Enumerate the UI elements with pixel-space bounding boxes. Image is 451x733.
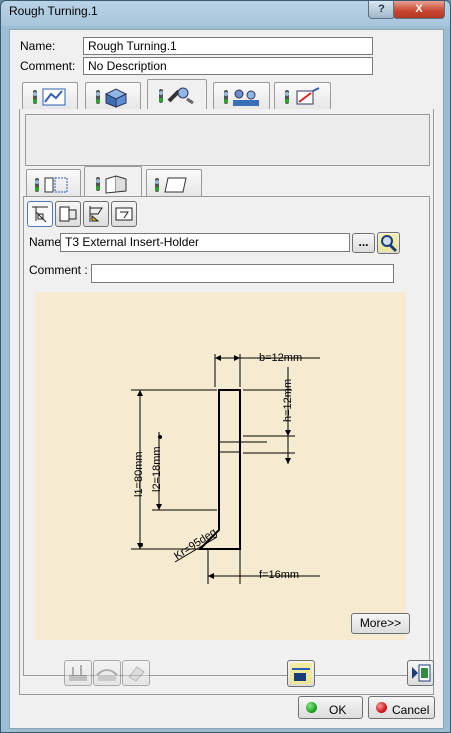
- dim-kr: Kr=95deg: [172, 526, 219, 562]
- geometry-icon: [96, 88, 128, 108]
- tab-tool[interactable]: [147, 79, 207, 110]
- macro-icon: [285, 87, 320, 105]
- cancel-status-icon: [376, 702, 387, 713]
- view-button-3[interactable]: [83, 201, 109, 227]
- cancel-label: Cancel: [392, 703, 430, 717]
- tool-name-field[interactable]: T3 External Insert-Holder: [60, 233, 350, 252]
- view-button-1[interactable]: [27, 201, 53, 227]
- dim-l1: l1=80mm: [133, 451, 145, 497]
- dialog-window: Rough Turning.1 ? X Name: Rough Turning.…: [0, 0, 451, 733]
- holder-front-view-icon: [32, 206, 48, 223]
- holder-dimension-sketch: b=12mm h=12mm l1=80mm l2=18mm Kr=95deg f…: [131, 352, 320, 584]
- view-button-4[interactable]: [111, 201, 137, 227]
- status-area: [25, 114, 430, 166]
- tool-query-icon: [69, 665, 87, 681]
- tool-comment-field[interactable]: [91, 264, 394, 283]
- tab-strategy[interactable]: [22, 82, 78, 110]
- holder-angle-view-icon: [89, 206, 103, 222]
- close-button[interactable]: X: [393, 1, 445, 19]
- dim-l2: l2=18mm: [151, 446, 163, 492]
- magnifier-icon: [379, 234, 398, 253]
- dim-f: f=16mm: [259, 569, 299, 581]
- tool-name-label: Name: [29, 235, 62, 249]
- tab-geometry[interactable]: [85, 82, 141, 110]
- tool-icon: [159, 87, 194, 105]
- window-title: Rough Turning.1: [9, 4, 98, 18]
- tab-feeds-speeds[interactable]: [213, 82, 270, 110]
- subtab-insert-holder[interactable]: [84, 166, 142, 197]
- view-toolbar: [27, 201, 137, 228]
- tool-assembly-icon: [35, 177, 68, 193]
- view-button-2[interactable]: [55, 201, 81, 227]
- ok-label: OK: [329, 703, 347, 717]
- browse-button[interactable]: ...: [352, 233, 375, 253]
- title-bar[interactable]: Rough Turning.1 ? X: [1, 1, 450, 23]
- tool-path-replay-icon: [290, 663, 312, 684]
- insert-holder-icon: [96, 175, 127, 194]
- dim-b: b=12mm: [259, 352, 302, 364]
- tab-macro[interactable]: [274, 82, 331, 110]
- help-button[interactable]: ?: [368, 1, 395, 19]
- video-icon: [412, 664, 431, 682]
- ok-button[interactable]: OK: [298, 696, 363, 719]
- tool-path-replay-button[interactable]: [287, 660, 315, 687]
- name-field[interactable]: Rough Turning.1: [83, 37, 373, 55]
- subtab-insert[interactable]: [146, 169, 202, 197]
- subtab-tool-assembly[interactable]: [26, 169, 81, 197]
- comment-field[interactable]: No Description: [83, 57, 373, 75]
- tool-comment-label: Comment :: [29, 263, 88, 277]
- comment-label: Comment:: [20, 59, 76, 73]
- name-label: Name:: [20, 39, 56, 53]
- feeds-speeds-icon: [224, 89, 259, 106]
- display-photo-button[interactable]: [407, 660, 434, 686]
- insert-holder-drawing: b=12mm h=12mm l1=80mm l2=18mm Kr=95deg f…: [35, 292, 410, 640]
- strategy-parameters-icon: [33, 88, 66, 106]
- tool-simulate-button[interactable]: [93, 660, 121, 686]
- ok-status-icon: [306, 702, 317, 713]
- cancel-button[interactable]: Cancel: [368, 696, 435, 719]
- tool-reset-button[interactable]: [122, 660, 150, 686]
- search-tool-button[interactable]: [377, 232, 400, 254]
- holder-side-view-icon: [59, 206, 77, 222]
- eraser-icon: [128, 666, 145, 682]
- insert-icon: [155, 177, 187, 193]
- holder-length-view-icon: [115, 207, 133, 221]
- more-button[interactable]: More>>: [351, 613, 410, 634]
- dim-h: h=12mm: [282, 379, 294, 422]
- tool-query-button[interactable]: [64, 660, 92, 686]
- simulate-icon: [96, 669, 118, 681]
